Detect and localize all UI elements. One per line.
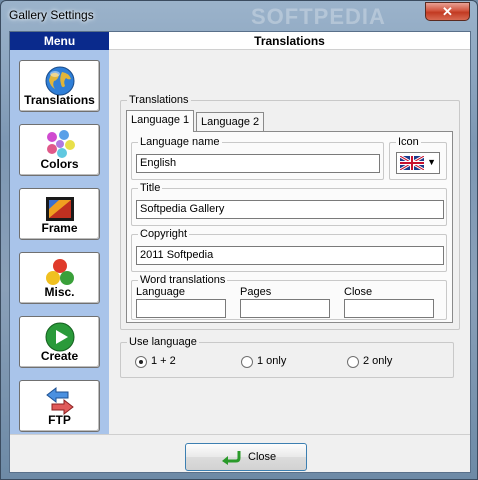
icon-group: Icon ▼ xyxy=(389,135,447,180)
radio-1-plus-2[interactable] xyxy=(135,356,147,368)
radio-1-only[interactable] xyxy=(241,356,253,368)
title-label: Title xyxy=(138,181,163,195)
return-arrow-icon xyxy=(222,451,241,465)
pages-word-field[interactable] xyxy=(240,299,330,318)
radio-2-only[interactable] xyxy=(347,356,359,368)
title-group: Title Softpedia Gallery xyxy=(131,181,447,226)
tab-language-2[interactable]: Language 2 xyxy=(196,112,265,132)
menu-button-misc[interactable]: Misc. xyxy=(19,252,100,304)
menu-button-ftp[interactable]: FTP xyxy=(19,380,100,432)
group-label: Translations xyxy=(127,93,191,107)
close-word-field[interactable] xyxy=(344,299,434,318)
use-language-label: Use language xyxy=(127,335,199,349)
watermark: SOFTPEDIA xyxy=(251,4,386,29)
language-word-label: Language xyxy=(136,286,185,298)
menu-button-frame[interactable]: Frame xyxy=(19,188,100,240)
radio-1-only-label: 1 only xyxy=(257,355,287,367)
tab-page: Language name English Icon ▼ Title Softp… xyxy=(126,131,453,323)
translations-group: Translations Language 1 Language 2 Langu… xyxy=(120,93,460,330)
radio-2-only-label: 2 only xyxy=(363,355,393,367)
menu-button-create[interactable]: Create xyxy=(19,316,100,368)
menu-label: Create xyxy=(40,349,79,363)
language-name-group: Language name English xyxy=(131,135,384,180)
menu-sidebar: Menu Translations Colors Frame Misc. Cre… xyxy=(10,32,109,434)
tab-language-1[interactable]: Language 1 xyxy=(126,110,195,132)
radio-1-plus-2-label: 1 + 2 xyxy=(151,355,176,367)
title-bar[interactable]: Gallery Settings SOFTPEDIA ✕ xyxy=(1,1,477,29)
close-button-label: Close xyxy=(248,451,277,463)
copyright-field[interactable]: 2011 Softpedia xyxy=(136,246,444,265)
copyright-group: Copyright 2011 Softpedia xyxy=(131,227,447,272)
menu-header: Menu xyxy=(10,32,109,50)
window-title: Gallery Settings xyxy=(9,8,94,22)
uk-flag-icon xyxy=(400,156,424,170)
copyright-label: Copyright xyxy=(138,227,190,241)
menu-button-translations[interactable]: Translations xyxy=(19,60,100,112)
pages-word-label: Pages xyxy=(240,286,272,298)
menu-label: Translations xyxy=(24,93,95,107)
menu-label: Frame xyxy=(41,221,78,235)
language-name-field[interactable]: English xyxy=(136,154,380,173)
panel-header: Translations xyxy=(109,32,470,50)
word-translations-group: Word translations Language Pages Close xyxy=(131,273,447,320)
chevron-down-icon: ▼ xyxy=(427,157,436,167)
close-button[interactable]: Close xyxy=(185,443,307,471)
word-translations-label: Word translations xyxy=(138,273,228,287)
close-word-label: Close xyxy=(344,286,373,298)
gallery-settings-window: Gallery Settings SOFTPEDIA ✕ Menu Transl… xyxy=(0,0,478,480)
title-field[interactable]: Softpedia Gallery xyxy=(136,200,444,219)
menu-label: Colors xyxy=(40,157,79,171)
language-word-field[interactable] xyxy=(136,299,226,318)
bottom-bar: Close xyxy=(10,434,470,472)
menu-label: Misc. xyxy=(44,285,75,299)
menu-label: FTP xyxy=(48,413,71,427)
icon-label: Icon xyxy=(396,135,421,149)
icon-select[interactable]: ▼ xyxy=(396,152,440,174)
client-area: Menu Translations Colors Frame Misc. Cre… xyxy=(9,31,471,473)
window-close-button[interactable]: ✕ xyxy=(425,2,470,21)
language-name-label: Language name xyxy=(138,135,222,149)
menu-button-colors[interactable]: Colors xyxy=(19,124,100,176)
use-language-group: Use language 1 + 2 1 only 2 only xyxy=(120,335,454,378)
